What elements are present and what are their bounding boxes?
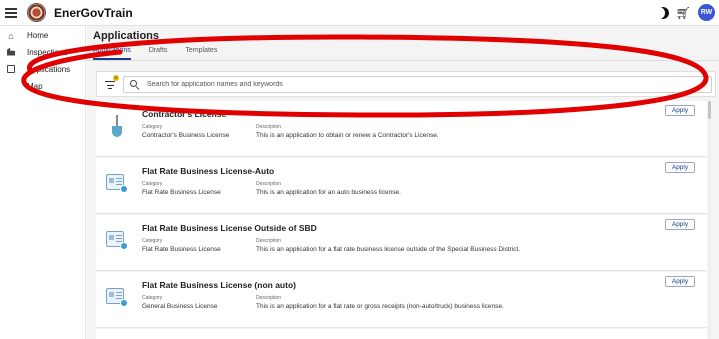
description-label: Description [256,295,282,301]
building-icon [5,47,17,58]
sidebar-item-applications[interactable]: Applications [0,62,85,77]
apply-button[interactable]: Apply [665,276,695,287]
home-icon: ⌂ [8,30,14,41]
tab-bar: Applications Drafts Templates [93,46,217,60]
category-label: Category [142,124,163,130]
sidebar-item-map[interactable]: Map [0,79,85,94]
document-check-icon [106,286,128,308]
description-value: This is an application for a flat rate o… [256,303,504,310]
search-panel: 0 [96,71,716,97]
sidebar-item-label: Map [27,82,43,91]
document-check-icon [106,229,128,251]
user-avatar[interactable]: RW [698,4,715,21]
description-value: This is an application for an auto busin… [256,189,401,196]
filter-icon[interactable] [105,80,115,90]
tab-drafts[interactable]: Drafts [149,46,168,60]
application-card: Flat Rate Business License Outside of SB… [96,215,707,271]
top-right-actions: 🛒︎ RW [657,4,715,21]
category-label: Category [142,295,163,301]
city-seal-logo [27,3,46,22]
sidebar-item-label: Inspections [27,48,68,57]
description-label: Description [256,238,282,244]
application-name: Contractor's License [142,109,227,119]
sidebar-item-label: Home [27,31,49,40]
scrollbar-thumb[interactable] [708,101,711,119]
application-card: Contractor's License Category Contractor… [96,101,707,157]
app-title: EnerGovTrain [54,5,133,20]
description-label: Description [256,124,282,130]
category-value: General Business License [142,303,218,310]
tab-templates[interactable]: Templates [185,46,217,60]
shovel-icon [106,115,128,137]
apply-button[interactable]: Apply [665,219,695,230]
application-name: Flat Rate Business License-Auto [142,166,275,176]
description-value: This is an application for a flat rate b… [256,246,521,253]
map-icon [5,82,17,92]
sidebar-item-label: Applications [27,65,71,74]
apply-button[interactable]: Apply [665,105,695,116]
application-card: Flat Rate Business License (non auto) Ca… [96,272,707,328]
sidebar: ⌂ Home Inspections Applications Map [0,26,86,339]
application-name: Flat Rate Business License Outside of SB… [142,223,317,233]
category-label: Category [142,181,163,187]
tab-divider [87,60,719,61]
form-icon [5,64,17,75]
description-value: This is an application to obtain or rene… [256,132,439,139]
description-label: Description [256,181,282,187]
scrollbar[interactable] [708,101,711,339]
page-title: Applications [93,30,160,42]
main-content: Applications Applications Drafts Templat… [87,26,719,339]
sidebar-item-inspections[interactable]: Inspections [0,45,85,60]
category-value: Flat Rate Business License [142,246,221,253]
search-box[interactable] [123,76,712,93]
application-card: Flat Rate Business License-Auto Category… [96,158,707,214]
application-card-partial [96,329,707,339]
category-value: Contractor's Business License [142,132,230,139]
search-icon [130,80,139,89]
document-check-icon [106,172,128,194]
top-bar: EnerGovTrain 🛒︎ RW [0,0,719,26]
apply-button[interactable]: Apply [665,162,695,173]
tab-applications[interactable]: Applications [93,46,131,60]
dark-mode-icon[interactable] [657,7,669,19]
application-name: Flat Rate Business License (non auto) [142,280,296,290]
cart-icon[interactable]: 🛒︎ [676,7,691,19]
category-label: Category [142,238,163,244]
category-value: Flat Rate Business License [142,189,221,196]
sidebar-item-home[interactable]: ⌂ Home [0,28,85,43]
hamburger-menu-icon[interactable] [5,7,19,18]
filter-count-badge: 0 [113,75,119,81]
search-input[interactable] [147,81,707,88]
